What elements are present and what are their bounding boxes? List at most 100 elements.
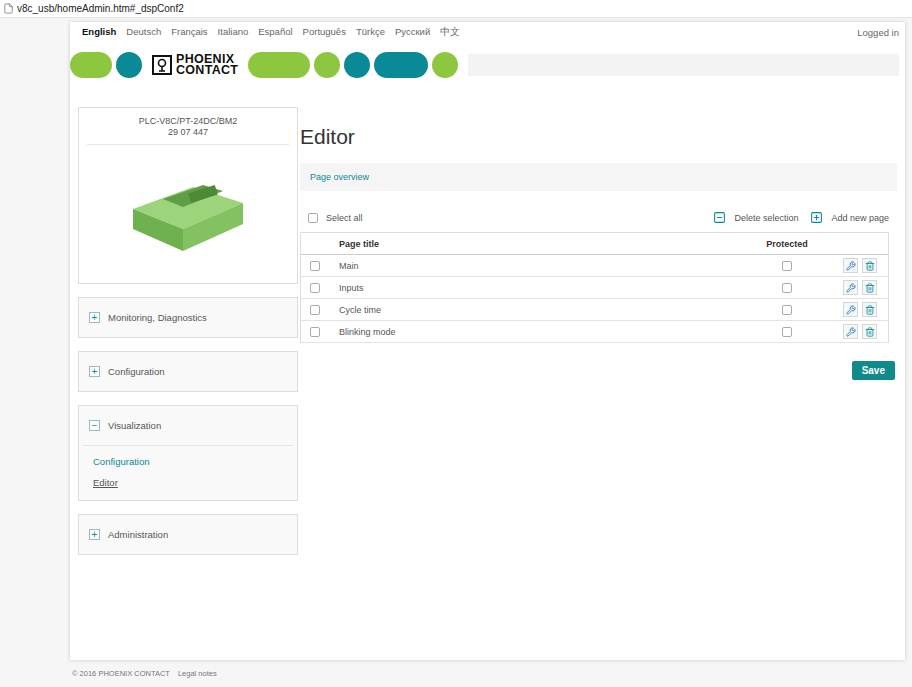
language-link[interactable]: Türkçe <box>356 26 385 39</box>
header-bar <box>468 54 899 76</box>
language-link[interactable]: Español <box>258 26 292 39</box>
logo: PHOENIXCONTACT <box>146 54 244 76</box>
language-link[interactable]: Français <box>171 26 207 39</box>
device-number: 29 07 447 <box>91 127 285 138</box>
device-card: PLC-V8C/PT-24DC/BM229 07 447 <box>78 107 298 284</box>
row-checkbox[interactable] <box>310 305 320 315</box>
trash-icon <box>865 305 875 315</box>
wrench-icon <box>846 261 856 271</box>
page-title: Editor <box>300 125 897 149</box>
language-link[interactable]: 中文 <box>440 26 460 39</box>
table-row: Cycle time <box>301 299 888 321</box>
language-link[interactable]: Deutsch <box>126 26 161 39</box>
delete-button[interactable] <box>862 324 877 339</box>
sidebar-panel: +Configuration <box>78 351 298 392</box>
deco-pill <box>248 52 310 78</box>
protected-checkbox[interactable] <box>782 261 792 271</box>
trash-icon <box>865 283 875 293</box>
edit-button[interactable] <box>843 324 858 339</box>
table-row: Blinking mode <box>301 321 888 343</box>
add-icon <box>810 211 823 224</box>
page-title-cell: Cycle time <box>329 305 742 315</box>
logo-row: PHOENIXCONTACT <box>70 51 905 79</box>
delete-button[interactable] <box>862 258 877 273</box>
protected-checkbox[interactable] <box>782 305 792 315</box>
sidebar-links: Configuration Editor <box>83 445 293 500</box>
sidebar-link[interactable]: Configuration <box>93 456 283 467</box>
login-status: Logged in <box>857 27 899 38</box>
edit-button[interactable] <box>843 258 858 273</box>
add-page-button[interactable]: Add new page <box>810 211 889 224</box>
table-header: Page titleProtected <box>301 233 888 255</box>
sidebar-panel: +Administration <box>78 514 298 555</box>
row-checkbox[interactable] <box>310 261 320 271</box>
toggle-icon[interactable]: − <box>89 420 100 431</box>
select-all[interactable]: Select all <box>308 213 363 223</box>
page-title-cell: Blinking mode <box>329 327 742 337</box>
row-checkbox[interactable] <box>310 327 320 337</box>
toggle-icon[interactable]: + <box>89 366 100 377</box>
trash-icon <box>865 261 875 271</box>
language-link[interactable]: Português <box>303 26 346 39</box>
edit-button[interactable] <box>843 302 858 317</box>
deco-circle <box>432 52 458 78</box>
deco-circle <box>314 52 340 78</box>
footer: © 2016 PHOENIX CONTACTLegal notes <box>0 660 912 678</box>
sidebar-item[interactable]: +Administration <box>79 515 297 554</box>
delete-button[interactable] <box>862 280 877 295</box>
column-header: Protected <box>742 239 832 249</box>
page-icon <box>3 3 14 14</box>
delete-icon <box>713 211 726 224</box>
select-all-checkbox[interactable] <box>308 213 318 223</box>
page-area: English Deutsch Français Italiano Español Por… <box>0 18 912 660</box>
sidebar-item[interactable]: −Visualization <box>79 406 297 445</box>
deco-circle <box>344 52 370 78</box>
sidebar-link[interactable]: Editor <box>93 477 283 488</box>
page-card: English Deutsch Français Italiano Español Por… <box>70 22 905 660</box>
language-link[interactable]: English <box>82 26 116 39</box>
toolbar: Select all Delete selection Add new page <box>300 211 897 224</box>
app: v8c_usb/homeAdmin.htm#_dspConf2 English De… <box>0 0 912 687</box>
pages-table: Page titleProtected Main Inputs Cycle time B… <box>300 232 889 343</box>
logo-icon <box>152 55 172 75</box>
sidebar-item[interactable]: +Configuration <box>79 352 297 391</box>
wrench-icon <box>846 327 856 337</box>
page-title-cell: Inputs <box>329 283 742 293</box>
sidebar-panel: −Visualization Configuration Editor <box>78 405 298 501</box>
protected-checkbox[interactable] <box>782 283 792 293</box>
page-title-cell: Main <box>329 261 742 271</box>
address-bar[interactable]: v8c_usb/homeAdmin.htm#_dspConf2 <box>0 0 912 18</box>
device-name: PLC-V8C/PT-24DC/BM2 <box>91 116 285 127</box>
row-checkbox[interactable] <box>310 283 320 293</box>
table-row: Inputs <box>301 277 888 299</box>
sidebar: PLC-V8C/PT-24DC/BM229 07 447 +Monitoring,… <box>78 107 298 555</box>
device-header: PLC-V8C/PT-24DC/BM229 07 447 <box>87 108 289 145</box>
device-image-area <box>79 145 297 283</box>
language-link[interactable]: Русский <box>395 26 430 39</box>
breadcrumb[interactable]: Page overview <box>300 163 897 191</box>
toggle-icon[interactable]: + <box>89 312 100 323</box>
trash-icon <box>865 327 875 337</box>
main: Editor Page overview Select all Delete sele… <box>300 107 897 555</box>
delete-selection-button[interactable]: Delete selection <box>713 211 798 224</box>
language-bar: English Deutsch Français Italiano Español Por… <box>70 22 905 43</box>
protected-checkbox[interactable] <box>782 327 792 337</box>
device-image <box>123 169 253 259</box>
sidebar-item[interactable]: +Monitoring, Diagnostics <box>79 298 297 337</box>
address-text: v8c_usb/homeAdmin.htm#_dspConf2 <box>17 3 184 14</box>
sidebar-panel: +Monitoring, Diagnostics <box>78 297 298 338</box>
delete-button[interactable] <box>862 302 877 317</box>
column-header: Page title <box>329 239 742 249</box>
wrench-icon <box>846 283 856 293</box>
legal-notes-link[interactable]: Legal notes <box>178 669 217 678</box>
table-row: Main <box>301 255 888 277</box>
deco-pill <box>374 52 428 78</box>
wrench-icon <box>846 305 856 315</box>
content: PLC-V8C/PT-24DC/BM229 07 447 +Monitoring,… <box>70 79 905 555</box>
save-button[interactable]: Save <box>852 361 895 380</box>
toggle-icon[interactable]: + <box>89 529 100 540</box>
edit-button[interactable] <box>843 280 858 295</box>
save-row: Save <box>300 361 895 380</box>
language-link[interactable]: Italiano <box>218 26 249 39</box>
deco-circle <box>116 52 142 78</box>
